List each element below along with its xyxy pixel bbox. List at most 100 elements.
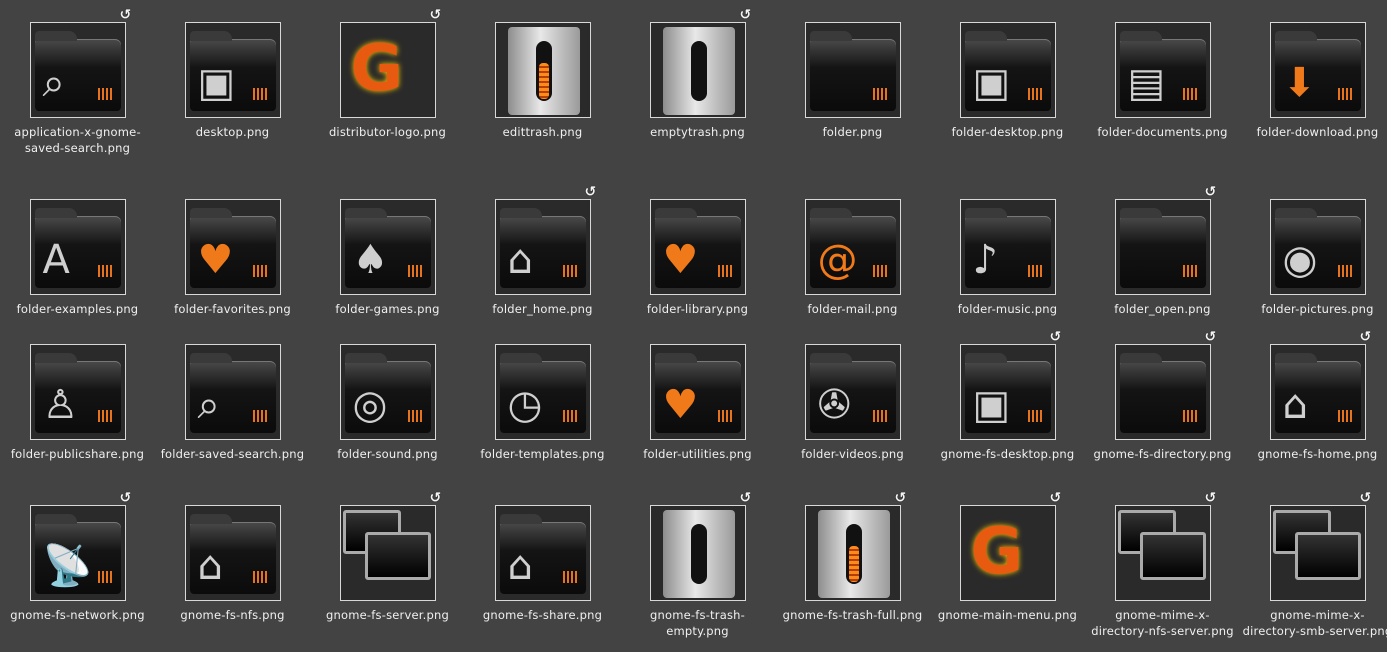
monitor-icon bbox=[1294, 532, 1361, 580]
file-thumbnail[interactable]: ⌂ bbox=[184, 505, 281, 601]
file-thumbnail[interactable]: ♥ bbox=[649, 199, 746, 295]
file-item[interactable]: ⌂ ↺ gnome-fs-home.png bbox=[1240, 330, 1387, 462]
file-item[interactable]: ▤ folder-documents.png bbox=[1085, 22, 1240, 140]
file-name-label: folder-favorites.png bbox=[174, 302, 291, 316]
file-thumbnail[interactable]: ↺ bbox=[804, 491, 906, 601]
file-item[interactable]: ↺ gnome-mime-x-directory-smb-server.png bbox=[1240, 491, 1387, 639]
file-item[interactable]: Afolder-examples.png bbox=[0, 199, 155, 317]
symlink-badge-icon: ↺ bbox=[584, 184, 597, 200]
file-thumbnail[interactable]: ⌕ bbox=[184, 344, 281, 440]
file-item[interactable]: ✇ folder-videos.png bbox=[775, 344, 930, 462]
file-name-label: gnome-mime-x-directory-nfs-server.png bbox=[1091, 608, 1234, 638]
file-thumbnail[interactable]: ◷ bbox=[494, 344, 591, 440]
file-thumbnail[interactable]: ⌂ ↺ bbox=[494, 185, 596, 295]
file-thumbnail[interactable]: ◉ bbox=[1269, 199, 1366, 295]
file-thumbnail[interactable]: ↺ bbox=[1269, 491, 1371, 601]
file-item[interactable]: ♥ folder-favorites.png bbox=[155, 199, 310, 317]
file-name-label: folder-music.png bbox=[957, 302, 1058, 316]
symlink-badge-icon: ↺ bbox=[1049, 490, 1062, 506]
file-thumbnail[interactable]: G ↺ bbox=[339, 8, 441, 118]
file-thumbnail[interactable]: A bbox=[29, 199, 126, 295]
file-thumbnail[interactable] bbox=[804, 22, 901, 118]
symlink-badge-icon: ↺ bbox=[739, 7, 752, 23]
file-item[interactable]: ▣ folder-desktop.png bbox=[930, 22, 1085, 140]
file-thumbnail[interactable]: ⬇ bbox=[1269, 22, 1366, 118]
file-name-label: folder-examples.png bbox=[16, 302, 139, 316]
file-thumbnail[interactable]: ↺ bbox=[339, 491, 441, 601]
file-thumbnail[interactable]: ▤ bbox=[1114, 22, 1211, 118]
file-thumbnail[interactable]: G ↺ bbox=[959, 491, 1061, 601]
file-item[interactable]: G ↺ distributor-logo.png bbox=[310, 8, 465, 140]
file-thumbnail[interactable]: ↺ bbox=[1114, 185, 1216, 295]
emblem-icon: ⌂ bbox=[1282, 382, 1308, 428]
file-thumbnail[interactable]: ♙ bbox=[29, 344, 126, 440]
file-thumbnail[interactable]: ↺ bbox=[1114, 330, 1216, 440]
file-item[interactable]: ⌂ gnome-fs-nfs.png bbox=[155, 505, 310, 623]
file-item[interactable]: ♠ folder-games.png bbox=[310, 199, 465, 317]
file-item[interactable]: ↺ emptytrash.png bbox=[620, 8, 775, 140]
emblem-icon: ⌕ bbox=[42, 60, 65, 106]
emblem-icon: ◉ bbox=[1282, 237, 1318, 283]
emblem-icon: ▤ bbox=[1127, 60, 1166, 106]
file-thumbnail[interactable]: ✇ bbox=[804, 344, 901, 440]
trash-empty-icon bbox=[662, 510, 735, 598]
file-item[interactable]: folder.png bbox=[775, 22, 930, 140]
emblem-icon: ♥ bbox=[662, 382, 699, 428]
file-item[interactable]: @ folder-mail.png bbox=[775, 199, 930, 317]
file-item[interactable]: ◷ folder-templates.png bbox=[465, 344, 620, 462]
file-item[interactable]: ⌂ ↺ folder_home.png bbox=[465, 185, 620, 317]
file-item[interactable]: 📡 ↺ gnome-fs-network.png bbox=[0, 491, 155, 623]
file-item[interactable]: G ↺ gnome-main-menu.png bbox=[930, 491, 1085, 623]
file-item[interactable]: ⌂ gnome-fs-share.png bbox=[465, 505, 620, 623]
file-name-label: folder-templates.png bbox=[480, 447, 605, 461]
file-item[interactable]: ↺ folder_open.png bbox=[1085, 185, 1240, 317]
file-thumbnail[interactable]: ⌕ ↺ bbox=[29, 8, 131, 118]
file-name-label: gnome-mime-x-directory-smb-server.png bbox=[1242, 608, 1387, 638]
file-name-label: gnome-main-menu.png bbox=[937, 608, 1078, 622]
file-thumbnail[interactable] bbox=[494, 22, 591, 118]
emblem-icon: ▣ bbox=[972, 382, 1011, 428]
file-thumbnail[interactable]: ↺ bbox=[649, 491, 751, 601]
file-thumbnail[interactable]: ♠ bbox=[339, 199, 436, 295]
file-item[interactable]: ⌕ ↺ application-x-gnome-saved-search.png bbox=[0, 8, 155, 156]
file-thumbnail[interactable]: ♥ bbox=[649, 344, 746, 440]
file-thumbnail[interactable]: @ bbox=[804, 199, 901, 295]
file-name-label: folder-desktop.png bbox=[951, 125, 1064, 139]
file-thumbnail[interactable]: ▣ ↺ bbox=[959, 330, 1061, 440]
file-name-label: gnome-fs-desktop.png bbox=[940, 447, 1075, 461]
file-name-label: application-x-gnome-saved-search.png bbox=[14, 125, 141, 155]
emblem-icon: ✇ bbox=[817, 382, 852, 428]
file-item[interactable]: ↺ gnome-fs-server.png bbox=[310, 491, 465, 623]
file-item[interactable]: ↺ gnome-mime-x-directory-nfs-server.png bbox=[1085, 491, 1240, 639]
file-item[interactable]: ⌕ folder-saved-search.png bbox=[155, 344, 310, 462]
file-thumbnail[interactable]: ↺ bbox=[1114, 491, 1216, 601]
file-item[interactable]: ◉ folder-pictures.png bbox=[1240, 199, 1387, 317]
file-item[interactable]: ♪ folder-music.png bbox=[930, 199, 1085, 317]
file-name-label: gnome-fs-nfs.png bbox=[180, 608, 285, 622]
file-item[interactable]: ▣ ↺ gnome-fs-desktop.png bbox=[930, 330, 1085, 462]
monitor-icon bbox=[1139, 532, 1206, 580]
file-item[interactable]: ♥ folder-library.png bbox=[620, 199, 775, 317]
file-thumbnail[interactable]: 📡 ↺ bbox=[29, 491, 131, 601]
file-thumbnail[interactable]: ⌂ ↺ bbox=[1269, 330, 1371, 440]
file-thumbnail[interactable]: ⌂ bbox=[494, 505, 591, 601]
emblem-icon: ◷ bbox=[507, 382, 543, 428]
file-item[interactable]: ♥ folder-utilities.png bbox=[620, 344, 775, 462]
file-item[interactable]: ◎ folder-sound.png bbox=[310, 344, 465, 462]
file-name-label: folder_open.png bbox=[1114, 302, 1211, 316]
file-thumbnail[interactable]: ♥ bbox=[184, 199, 281, 295]
file-name-label: distributor-logo.png bbox=[328, 125, 447, 139]
file-thumbnail[interactable]: ♪ bbox=[959, 199, 1056, 295]
file-name-label: emptytrash.png bbox=[650, 125, 745, 139]
file-item[interactable]: ▣ desktop.png bbox=[155, 22, 310, 140]
file-item[interactable]: ⬇ folder-download.png bbox=[1240, 22, 1387, 140]
file-item[interactable]: ↺ gnome-fs-directory.png bbox=[1085, 330, 1240, 462]
file-item[interactable]: ♙ folder-publicshare.png bbox=[0, 344, 155, 462]
file-item[interactable]: edittrash.png bbox=[465, 22, 620, 140]
file-thumbnail[interactable]: ◎ bbox=[339, 344, 436, 440]
file-thumbnail[interactable]: ▣ bbox=[959, 22, 1056, 118]
file-thumbnail[interactable]: ↺ bbox=[649, 8, 751, 118]
file-thumbnail[interactable]: ▣ bbox=[184, 22, 281, 118]
file-item[interactable]: ↺ gnome-fs-trash-empty.png bbox=[620, 491, 775, 639]
file-item[interactable]: ↺ gnome-fs-trash-full.png bbox=[775, 491, 930, 623]
